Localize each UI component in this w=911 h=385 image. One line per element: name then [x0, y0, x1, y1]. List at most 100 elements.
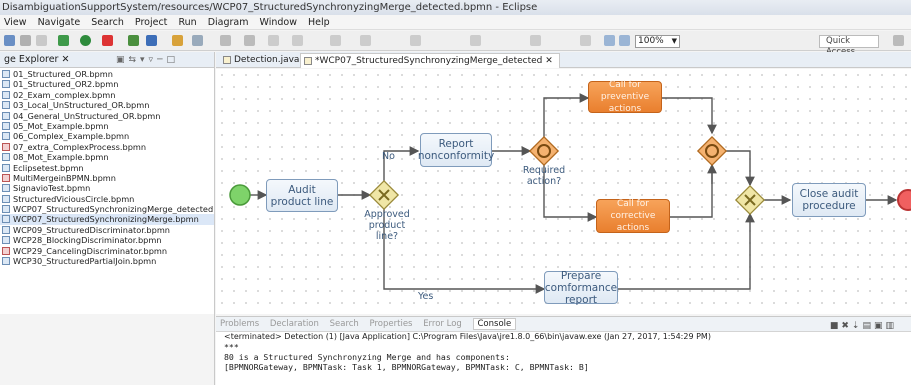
gateway-label-approved: Approved product line? [364, 209, 410, 242]
tab-declaration[interactable]: Declaration [270, 319, 319, 329]
tab-properties[interactable]: Properties [370, 319, 413, 329]
task-call-for-corrective-actions[interactable]: Call for corrective actions [596, 199, 670, 233]
menu-diagram[interactable]: Diagram [208, 17, 249, 28]
print-icon[interactable] [36, 35, 47, 46]
menu-help[interactable]: Help [308, 17, 330, 28]
console-view: Problems Declaration Search Properties E… [216, 316, 911, 385]
align-center-icon[interactable] [360, 35, 371, 46]
package-explorer: ge Explorer ✕ ▣⇆▾▿─□ 01_Structured_OR.bp… [0, 52, 215, 314]
explorer-view-controls[interactable]: ▣⇆▾▿─□ [116, 52, 179, 68]
bpmn-file-icon [2, 132, 10, 141]
new-class-icon[interactable] [146, 35, 157, 46]
console-output-line: 80 is a Structured Synchronyzing Merge a… [224, 352, 510, 362]
new-icon[interactable] [4, 35, 15, 46]
task-report-nonconformity[interactable]: Report nonconformity [418, 133, 494, 167]
bpmn-file-icon [2, 101, 10, 110]
tab-error-log[interactable]: Error Log [423, 319, 462, 329]
forward-icon[interactable] [292, 35, 303, 46]
list-item-selected[interactable]: WCP07_StructuredSynchronizingMerge.bpmn [0, 214, 214, 225]
list-item[interactable]: SignavioTest.bpmn [0, 183, 214, 193]
menu-navigate[interactable]: Navigate [38, 17, 81, 28]
console-output-line: [BPMNORGateway, BPMNTask: Task 1, BPMNOR… [224, 362, 589, 372]
zoom-in-icon[interactable] [619, 35, 630, 46]
list-item[interactable]: 08_Mot_Example.bpmn [0, 152, 214, 162]
list-item[interactable]: StructuredViciousCircle.bpmn [0, 194, 214, 204]
task-call-for-preventive-actions[interactable]: Call for preventive actions [588, 80, 662, 114]
xor-gateway-approved [368, 179, 400, 211]
task-audit-product-line[interactable]: Audit product line [266, 179, 338, 212]
empty-panel [0, 314, 215, 385]
bpmn-file-icon [2, 184, 10, 193]
list-item[interactable]: WCP29_CancelingDiscriminator.bpmn [0, 246, 214, 256]
list-item[interactable]: Eclipsetest.bpmn [0, 163, 214, 173]
zoom-select[interactable]: 100% ▼ [635, 35, 680, 48]
flow-or-join-xor [726, 150, 755, 187]
search-icon[interactable] [192, 35, 203, 46]
menu-project[interactable]: Project [135, 17, 168, 28]
run-icon[interactable] [80, 35, 91, 46]
list-item[interactable]: 02_Exam_complex.bpmn [0, 90, 214, 100]
task-prepare-comformance-report[interactable]: Prepare comformance report [544, 270, 618, 306]
bpmn-canvas[interactable]: Audit product line Report nonconformity … [216, 69, 911, 314]
console-toolbar-icons[interactable]: ■✖⇣▤▣▥ [830, 319, 897, 334]
start-event [229, 184, 251, 206]
quick-access-input[interactable]: Quick Access [819, 35, 879, 57]
save-icon[interactable] [20, 35, 31, 46]
zoom-value: 100% [638, 36, 664, 46]
editor-tabs: Detection.java *WCP07_StructuredSynchron… [216, 52, 911, 68]
menu-search[interactable]: Search [91, 17, 124, 28]
tab-detection-java[interactable]: Detection.java [220, 53, 299, 68]
match-size-icon[interactable] [530, 35, 541, 46]
distribute-icon[interactable] [470, 35, 481, 46]
open-type-icon[interactable] [172, 35, 183, 46]
list-item[interactable]: WCP09_StructuredDiscriminator.bpmn [0, 225, 214, 235]
annotation-icon[interactable] [220, 35, 231, 46]
tab-search[interactable]: Search [330, 319, 359, 329]
close-icon[interactable]: ✕ [542, 56, 553, 66]
task-close-audit-procedure[interactable]: Close audit procedure [792, 183, 866, 217]
tab-console[interactable]: Console [472, 318, 517, 330]
explorer-header: ge Explorer ✕ ▣⇆▾▿─□ [0, 52, 214, 68]
close-icon[interactable]: ✕ [58, 54, 69, 65]
external-tools-icon[interactable] [102, 35, 113, 46]
list-item[interactable]: WCP28_BlockingDiscriminator.bpmn [0, 235, 214, 245]
or-gateway-required [528, 135, 560, 167]
bpmn-file-icon [304, 57, 312, 65]
list-item[interactable]: MultiMergeinBPMN.bpmn [0, 173, 214, 183]
list-item[interactable]: 03_Local_UnStructured_OR.bpmn [0, 100, 214, 110]
tab-wcp07-diagram[interactable]: *WCP07_StructuredSynchronyzingMerge_dete… [300, 53, 560, 68]
perspective-icon[interactable] [893, 35, 904, 46]
menu-run[interactable]: Run [178, 17, 196, 28]
flow-label-yes: Yes [418, 291, 434, 302]
list-item[interactable]: 06_Complex_Example.bpmn [0, 131, 214, 141]
list-item[interactable]: WCP30_StructuredPartialJoin.bpmn [0, 256, 214, 266]
bpmn-file-icon [2, 257, 10, 266]
main-toolbar [0, 31, 911, 51]
xor-gateway-join [734, 184, 766, 216]
debug-icon[interactable] [58, 35, 69, 46]
list-item[interactable]: WCP07_StructuredSynchronizingMerge_detec… [0, 204, 214, 214]
menu-view[interactable]: View [4, 17, 27, 28]
list-item[interactable]: 01_Structured_OR.bpmn [0, 69, 214, 79]
or-gateway-merge [696, 135, 728, 167]
align-icon[interactable] [330, 35, 341, 46]
list-item[interactable]: 07_extra_ComplexProcess.bpmn [0, 142, 214, 152]
flow-preventive-merge [662, 97, 717, 135]
list-item[interactable]: 04_General_UnStructured_OR.bpmn [0, 111, 214, 121]
layout-icon[interactable] [410, 35, 421, 46]
list-item[interactable]: 01_Structured_OR2.bpmn [0, 79, 214, 89]
list-item[interactable]: 05_Mot_Example.bpmn [0, 121, 214, 131]
back-icon[interactable] [268, 35, 279, 46]
tab-problems[interactable]: Problems [220, 319, 259, 329]
end-event [897, 189, 911, 211]
grid-icon[interactable] [580, 35, 591, 46]
new-package-icon[interactable] [128, 35, 139, 46]
console-output-line: *** [224, 342, 239, 352]
menu-window[interactable]: Window [260, 17, 297, 28]
file-list: 01_Structured_OR.bpmn 01_Structured_OR2.… [0, 68, 214, 266]
java-file-icon [223, 56, 231, 64]
bpmn-file-icon [2, 194, 10, 203]
bpmn-file-icon [2, 121, 10, 130]
zoom-out-icon[interactable] [604, 35, 615, 46]
next-annotation-icon[interactable] [244, 35, 255, 46]
